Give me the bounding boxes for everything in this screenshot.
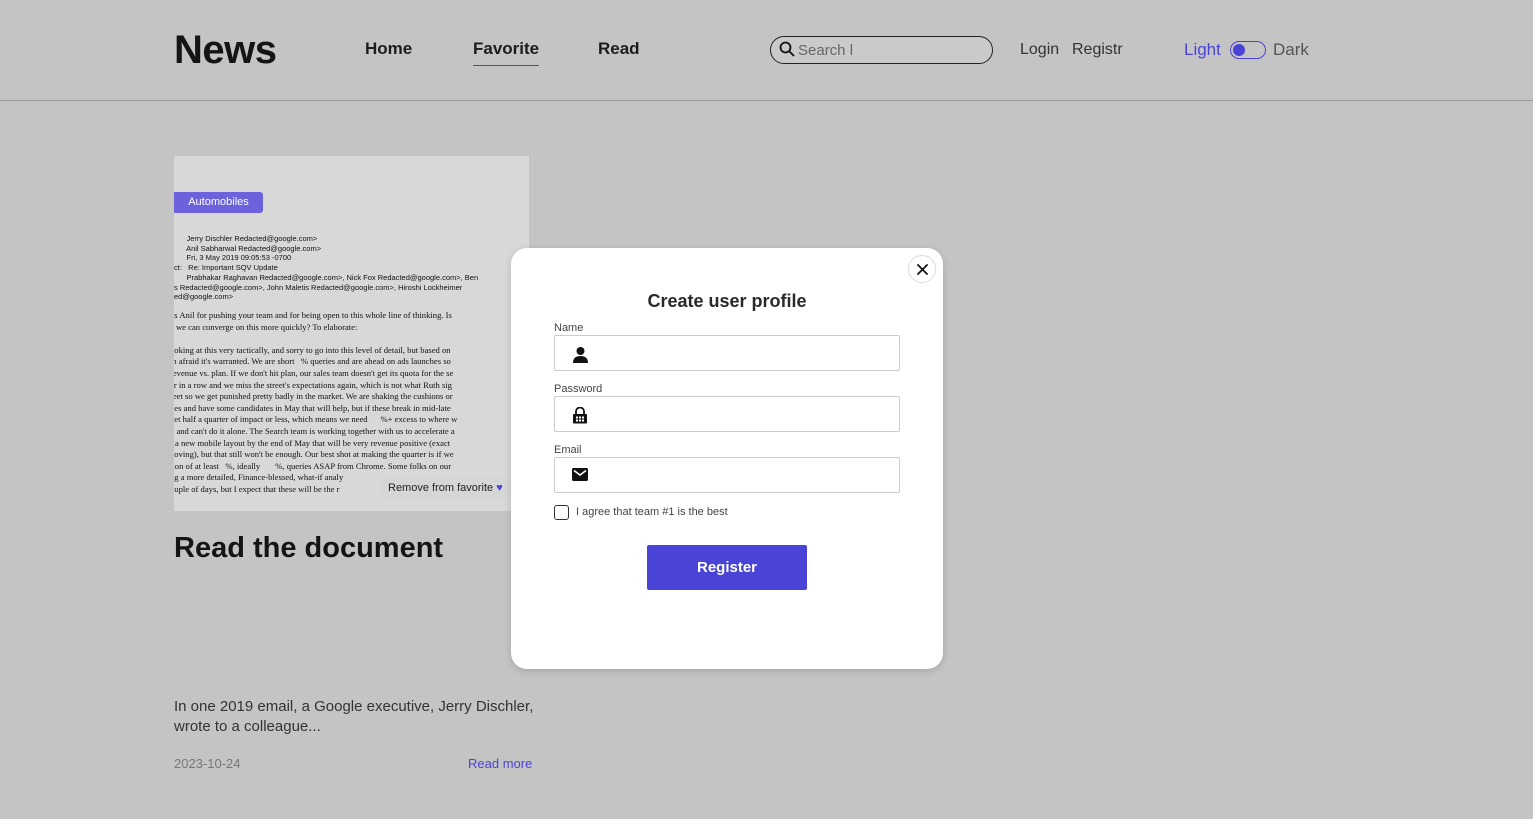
password-field[interactable] (554, 396, 900, 432)
agree-checkbox[interactable] (554, 505, 569, 520)
register-button[interactable]: Register (647, 545, 807, 590)
site-header: News Home Favorite Read Login Registr Li… (0, 0, 1533, 101)
close-icon (917, 264, 928, 275)
name-label: Name (554, 322, 584, 334)
email-input[interactable] (599, 464, 889, 486)
heart-icon: ♥ (496, 482, 503, 494)
nav-home[interactable]: Home (365, 39, 412, 59)
theme-dark-label: Dark (1273, 40, 1309, 59)
register-link[interactable]: Registr (1072, 41, 1123, 59)
name-input[interactable] (599, 342, 889, 364)
article-title[interactable]: Read the document (174, 532, 443, 565)
login-link[interactable]: Login (1020, 41, 1059, 59)
lock-icon (573, 407, 587, 424)
article-date: 2023-10-24 (174, 756, 241, 771)
name-field[interactable] (554, 335, 900, 371)
nav-favorite[interactable]: Favorite (473, 39, 540, 66)
site-logo[interactable]: News (174, 28, 277, 73)
modal-title: Create user profile (647, 291, 807, 311)
register-modal: Create user profile Name Password Email (511, 248, 943, 669)
search-input[interactable] (798, 40, 983, 60)
remove-favorite-label: Remove from favorite (388, 482, 494, 494)
mail-icon (572, 468, 588, 481)
password-input[interactable] (599, 403, 889, 425)
search-icon[interactable] (779, 41, 795, 57)
document-header-text: Jerry Dischler Redacted@google.com> Anil… (174, 234, 479, 302)
email-label: Email (554, 444, 582, 456)
category-badge[interactable]: Automobiles (174, 192, 263, 213)
user-icon (573, 347, 588, 363)
nav-read[interactable]: Read (598, 39, 640, 59)
email-field[interactable] (554, 457, 900, 493)
theme-light-label: Light (1184, 40, 1221, 59)
password-label: Password (554, 383, 603, 395)
search-box[interactable] (770, 36, 993, 64)
theme-toggle-knob (1233, 43, 1245, 56)
theme-toggle[interactable] (1230, 41, 1266, 59)
document-body-text: ks Anil for pushing your team and for be… (174, 310, 458, 494)
close-button[interactable] (908, 255, 936, 283)
read-more-link[interactable]: Read more (468, 756, 532, 771)
remove-favorite-button[interactable]: Remove from favorite ♥ (380, 478, 511, 498)
agree-label: I agree that team #1 is the best (576, 506, 728, 518)
article-image[interactable]: Jerry Dischler Redacted@google.com> Anil… (174, 156, 529, 511)
article-description: In one 2019 email, a Google executive, J… (174, 698, 534, 735)
